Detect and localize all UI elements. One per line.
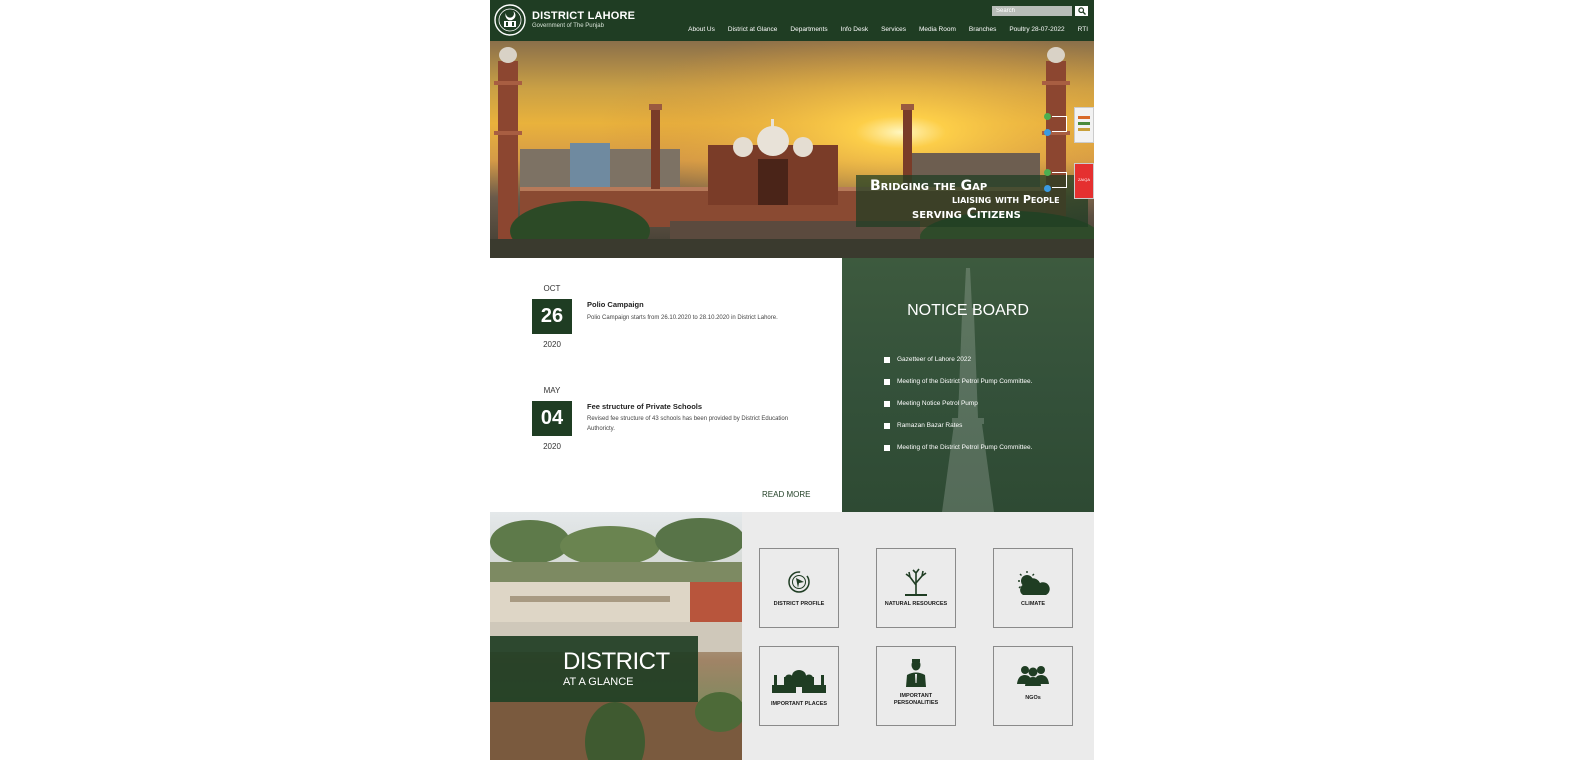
app-widget-1[interactable] (1074, 107, 1094, 143)
nav-poultry[interactable]: Poultry 28-07-2022 (1009, 26, 1064, 33)
nav-media-room[interactable]: Media Room (919, 26, 956, 33)
read-more-link[interactable]: READ MORE (762, 490, 810, 499)
event-title[interactable]: Fee structure of Private Schools (587, 402, 702, 411)
nav-about-us[interactable]: About Us (688, 26, 715, 33)
android-app-icon-2[interactable] (1044, 169, 1051, 176)
connector-line (1052, 116, 1067, 132)
ios-app-icon[interactable] (1044, 129, 1051, 136)
site-title[interactable]: DISTRICT LAHORE (532, 10, 635, 22)
mosque-icon (772, 670, 826, 693)
site-header: DISTRICT LAHORE Government of The Punjab… (490, 0, 1094, 41)
nav-services[interactable]: Services (881, 26, 906, 33)
search-input[interactable] (992, 6, 1072, 16)
tile-label: DISTRICT PROFILE (773, 601, 825, 607)
event-day: 26 (532, 299, 572, 334)
nav-info-desk[interactable]: Info Desk (841, 26, 868, 33)
glance-label[interactable]: DISTRICT AT A GLANCE (490, 636, 698, 702)
event-title[interactable]: Polio Campaign (587, 300, 644, 309)
group-icon (1017, 666, 1049, 686)
main-nav: About Us District at Glance Departments … (688, 26, 1088, 33)
glance-subtitle: AT A GLANCE (563, 676, 634, 688)
hero-slider[interactable]: Bridging the Gap liaising with People se… (490, 41, 1094, 258)
zaiqa-app-widget[interactable]: ZAIQA (1074, 163, 1094, 199)
tile-ngos[interactable]: NGOs (993, 646, 1073, 726)
compass-icon (788, 571, 810, 593)
event-day: 04 (532, 401, 572, 436)
nav-rti[interactable]: RTI (1078, 26, 1088, 33)
ios-app-icon-2[interactable] (1044, 185, 1051, 192)
district-at-glance-banner[interactable]: DISTRICT AT A GLANCE (490, 512, 742, 760)
tile-district-profile[interactable]: DISTRICT PROFILE (759, 548, 839, 628)
notice-item[interactable]: Gazetteer of Lahore 2022 (884, 356, 1032, 378)
person-icon (906, 659, 926, 687)
nav-district-at-glance[interactable]: District at Glance (728, 26, 778, 33)
notice-board-title: NOTICE BOARD (907, 302, 1029, 319)
notice-item[interactable]: Ramazan Bazar Rates (884, 422, 1032, 444)
tile-label: CLIMATE (1020, 601, 1046, 607)
notice-item[interactable]: Meeting of the District Petrol Pump Comm… (884, 444, 1032, 466)
tile-important-places[interactable]: IMPORTANT PLACES (759, 646, 839, 726)
page: DISTRICT LAHORE Government of The Punjab… (490, 0, 1094, 760)
event-description: Revised fee structure of 43 schools has … (587, 416, 789, 432)
tile-important-personalities[interactable]: IMPORTANT PERSONALITIES (876, 646, 956, 726)
event-month: OCT (543, 284, 561, 293)
nav-departments[interactable]: Departments (790, 26, 827, 33)
zaiqa-label: ZAIQA (1077, 177, 1090, 182)
search-button[interactable] (1075, 6, 1088, 16)
notice-list: Gazetteer of Lahore 2022 Meeting of the … (884, 356, 1032, 466)
event-month: MAY (543, 386, 561, 395)
tile-label: IMPORTANT PERSONALITIES (893, 693, 939, 706)
tile-label: NATURAL RESOURCES (884, 601, 948, 607)
notice-item[interactable]: Meeting Notice Petrol Pump (884, 400, 1032, 422)
tree-icon (905, 568, 927, 596)
notice-board: NOTICE BOARD Gazetteer of Lahore 2022 Me… (842, 258, 1094, 512)
notice-item[interactable]: Meeting of the District Petrol Pump Comm… (884, 378, 1032, 400)
tile-label: IMPORTANT PLACES (770, 701, 828, 707)
glance-title: DISTRICT (563, 648, 670, 675)
nav-branches[interactable]: Branches (969, 26, 996, 33)
event-description: Polio Campaign starts from 26.10.2020 to… (587, 315, 778, 321)
tile-climate[interactable]: CLIMATE (993, 548, 1073, 628)
connector-line-2 (1052, 172, 1067, 188)
app-thumbnail-icon (1078, 116, 1090, 131)
tagline-line-3: serving Citizens (912, 206, 1021, 222)
android-app-icon[interactable] (1044, 113, 1051, 120)
cloud-sun-icon (1018, 571, 1050, 595)
events-panel: OCT 26 2020 Polio Campaign Polio Campaig… (490, 258, 842, 512)
event-year: 2020 (543, 442, 561, 451)
site-subtitle: Government of The Punjab (532, 23, 604, 29)
quick-links-grid: DISTRICT PROFILE NATURAL RESOURCES CLIMA… (742, 512, 1094, 760)
tagline-line-1: Bridging the Gap (870, 178, 988, 194)
punjab-logo-icon[interactable] (494, 4, 526, 36)
tagline-line-2: liaising with People (952, 193, 1060, 206)
tile-label: NGOs (1025, 695, 1041, 701)
search-icon (1077, 7, 1086, 15)
tile-natural-resources[interactable]: NATURAL RESOURCES (876, 548, 956, 628)
event-year: 2020 (543, 340, 561, 349)
